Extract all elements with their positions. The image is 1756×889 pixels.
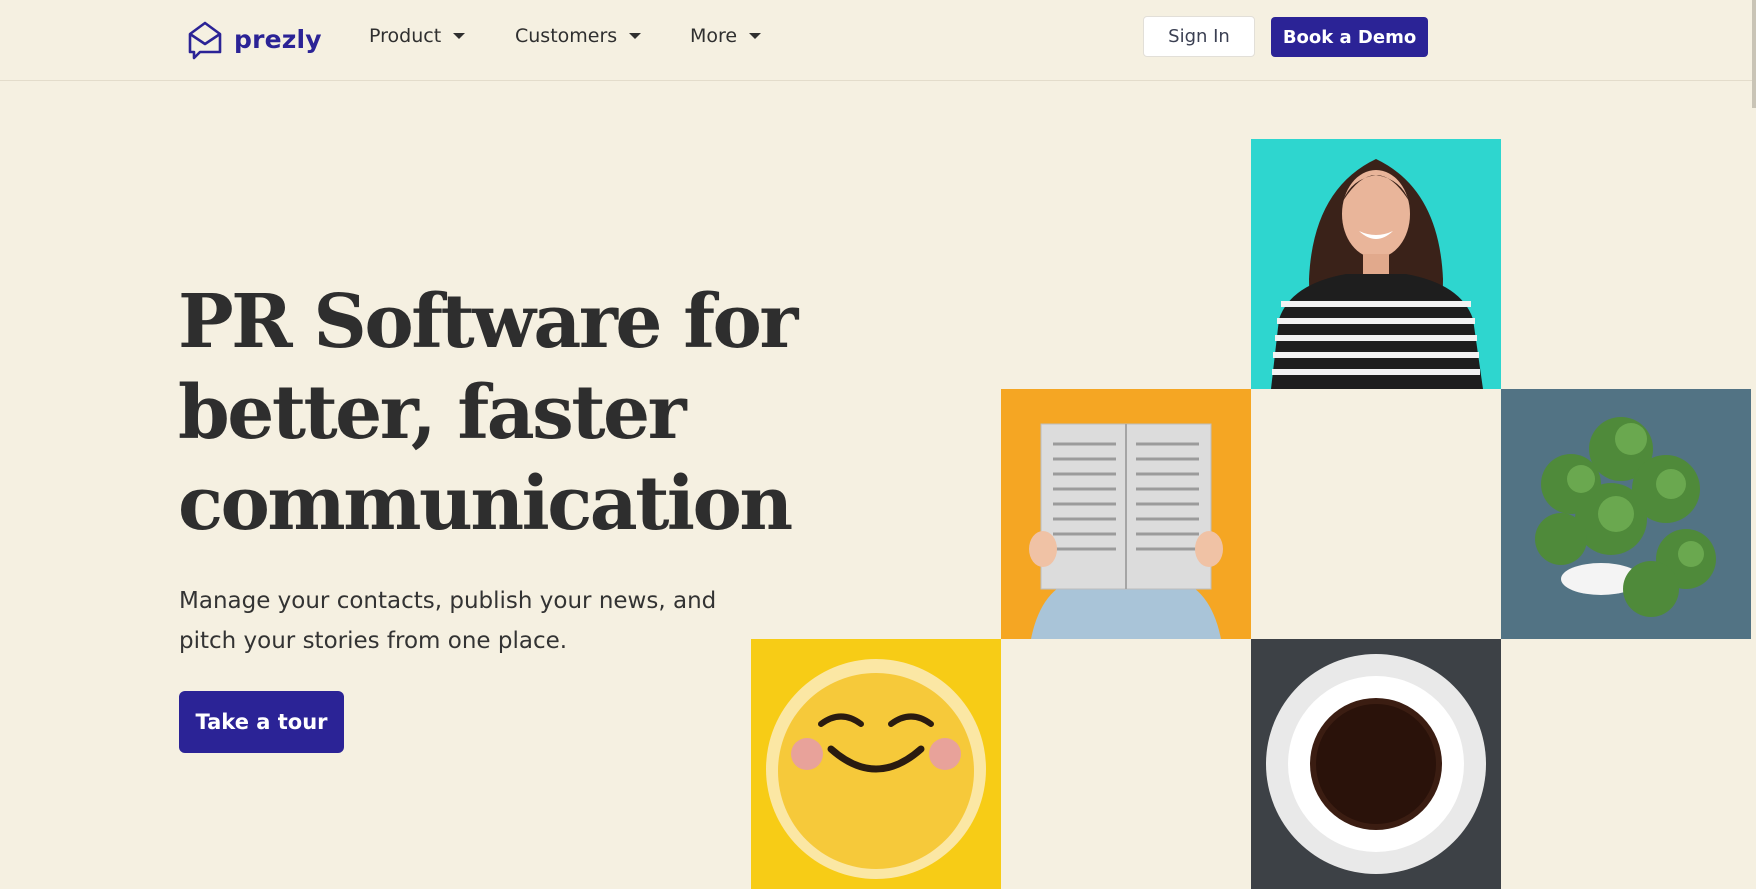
hero-title-line: better, faster — [178, 370, 687, 456]
coffee-cup-image — [1251, 639, 1501, 889]
nav-item-label: Customers — [515, 25, 618, 47]
chevron-down-icon — [629, 33, 642, 39]
gallery-tile-newspaper — [1001, 389, 1251, 639]
envelope-logo-icon — [188, 21, 222, 60]
page-scrollbar[interactable] — [1752, 0, 1756, 108]
gallery-tile-woman — [1251, 139, 1501, 389]
gallery-tile-coffee — [1251, 639, 1501, 889]
nav-item-label: Product — [369, 25, 442, 47]
newspaper-reader-image — [1001, 389, 1251, 639]
hero-subtitle: Manage your contacts, publish your news,… — [179, 588, 717, 654]
gallery-tile-emoji — [751, 639, 1001, 889]
nav-item-product[interactable]: Product — [369, 21, 466, 51]
book-demo-button[interactable]: Book a Demo — [1271, 17, 1428, 57]
chevron-down-icon — [453, 33, 466, 39]
nav-item-customers[interactable]: Customers — [515, 21, 642, 51]
gallery-tile-plant — [1501, 389, 1751, 639]
hero-title-line: PR Software for — [178, 279, 798, 365]
chevron-down-icon — [749, 33, 762, 39]
potted-plant-image — [1501, 389, 1751, 639]
logo-text: prezly — [234, 24, 322, 54]
site-header: prezly Product Customers More Sign In Bo… — [0, 0, 1756, 81]
nav-item-more[interactable]: More — [690, 21, 762, 51]
take-tour-button[interactable]: Take a tour — [179, 691, 344, 753]
hero-title-line: communication — [178, 461, 793, 547]
nav-item-label: More — [690, 25, 738, 47]
hero-title: PR Software for better, faster communica… — [178, 277, 798, 550]
prezly-logo[interactable]: prezly — [186, 18, 322, 60]
smiling-emoji-image — [751, 639, 1001, 889]
sign-in-button[interactable]: Sign In — [1143, 16, 1255, 57]
laughing-woman-image — [1251, 139, 1501, 389]
